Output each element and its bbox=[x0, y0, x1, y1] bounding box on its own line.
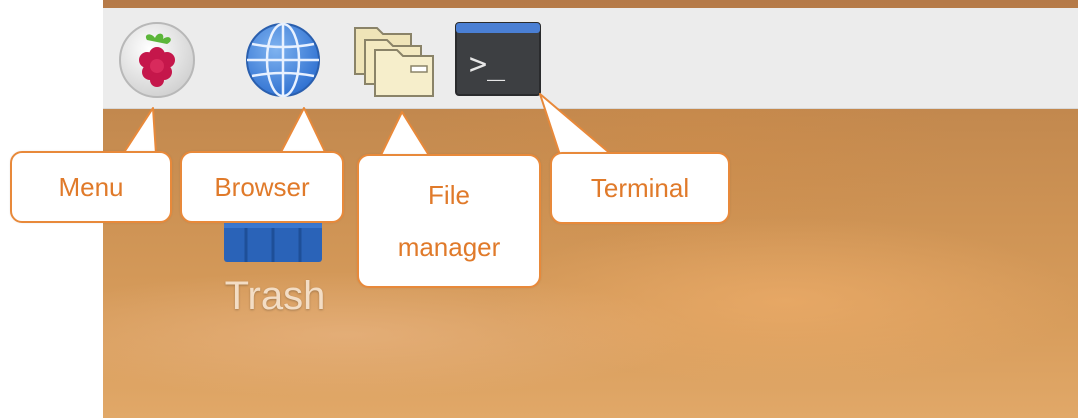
terminal-callout-label: Terminal bbox=[590, 173, 690, 203]
menu-callout-label: Menu bbox=[58, 172, 124, 202]
trash-bin-icon[interactable] bbox=[224, 218, 322, 262]
file-manager-callout: File manager bbox=[357, 154, 541, 288]
taskbar: >_ bbox=[103, 8, 1078, 109]
raspberry-menu-icon[interactable] bbox=[117, 20, 197, 100]
globe-browser-icon[interactable] bbox=[243, 20, 323, 100]
menu-callout: Menu bbox=[10, 151, 172, 223]
trash-label[interactable]: Trash bbox=[200, 274, 350, 319]
file-manager-callout-line2: manager bbox=[397, 232, 501, 262]
browser-callout: Browser bbox=[180, 151, 344, 223]
terminal-callout: Terminal bbox=[550, 152, 730, 224]
browser-callout-label: Browser bbox=[214, 172, 310, 202]
terminal-prompt-glyph: >_ bbox=[469, 47, 506, 82]
terminal-icon[interactable]: >_ bbox=[455, 22, 541, 96]
screenshot: >_ Trash Menu Browser File manager Termi… bbox=[0, 0, 1078, 418]
folder-file-manager-icon[interactable] bbox=[349, 20, 439, 100]
file-manager-callout-line1: File bbox=[428, 180, 470, 210]
